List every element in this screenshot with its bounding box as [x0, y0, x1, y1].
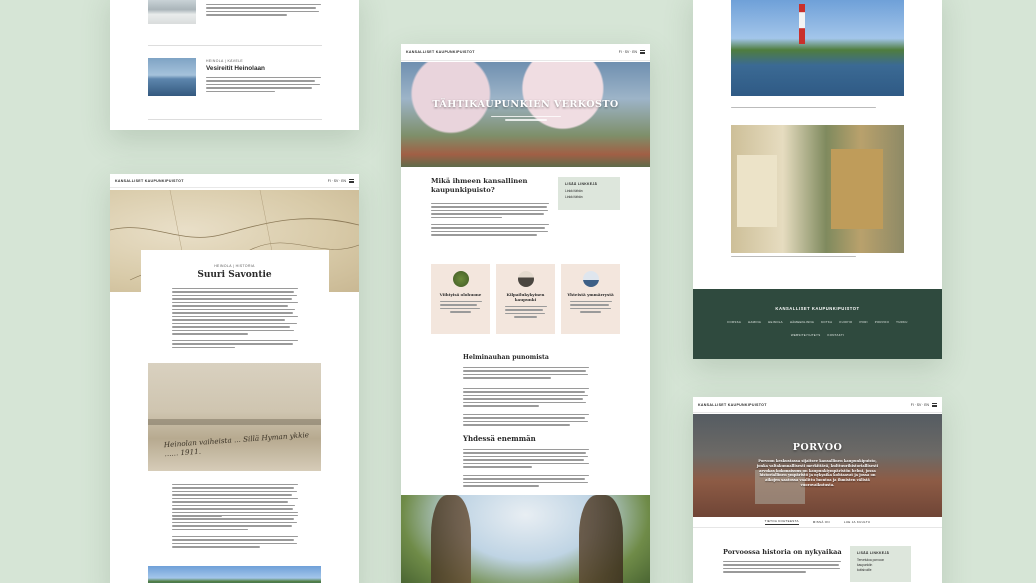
article-excerpt	[206, 4, 321, 16]
hero-image: PORVOO Porvoon keskustassa sijaitsee kan…	[693, 414, 942, 517]
hero-title: PORVOO	[792, 442, 843, 453]
intro-body	[431, 224, 549, 236]
feature-card[interactable]: Kilpailukykyinen kaupunki	[496, 264, 555, 334]
intro-title: Mikä ihmeen kansallinen kaupunkipuisto?	[431, 177, 528, 194]
footer-meta-links: WEBSITE/YHTEYS KONTAKTI	[693, 333, 942, 337]
footer-link[interactable]: HÄMEENLINNA	[790, 320, 814, 324]
section-body	[463, 475, 589, 487]
language-switcher[interactable]: FI · SV · EN	[328, 179, 346, 183]
sidebar-title: LISÄÄ LINKKEJÄ	[857, 551, 890, 555]
footer-link[interactable]: PORI	[859, 320, 867, 324]
feature-card[interactable]: Viihtyisä olohuone	[431, 264, 490, 334]
tab-read-heard[interactable]: LUE JA KUULTU	[844, 520, 871, 524]
footer-link[interactable]: FORSSA	[727, 320, 741, 324]
sidebar-links-box: LISÄÄ LINKKEJÄ Linkki tähän Linkki tähän	[558, 177, 620, 210]
article-body	[172, 515, 298, 531]
menu-icon[interactable]	[932, 402, 937, 407]
article-body	[172, 484, 298, 517]
people-cycling-photo	[401, 495, 650, 583]
wooden-houses-photo	[731, 125, 904, 253]
footer-brand[interactable]: KANSALLISET KAUPUNKIPUISTOT	[693, 306, 942, 311]
lighthouse	[799, 4, 805, 44]
sidebar-link[interactable]: Linkki tähän	[565, 195, 613, 199]
article-eyebrow: HEINOLA | KÄVELE	[206, 59, 244, 63]
site-header: KANSALLISET KAUPUNKIPUISTOT FI · SV · EN	[401, 44, 650, 61]
feature-card-title: Kilpailukykyinen kaupunki	[506, 292, 545, 302]
footer-link[interactable]: PORVOO	[875, 320, 889, 324]
photo-caption	[731, 107, 876, 109]
menu-icon[interactable]	[640, 50, 645, 54]
sidebar-link[interactable]: kotisivuille	[857, 568, 904, 572]
feature-card-title: Yhteistä ymmärrystä	[567, 292, 614, 297]
landscape-photo	[148, 566, 321, 583]
intro-body	[431, 203, 549, 219]
section-title: Yhdessä enemmän	[463, 434, 536, 443]
menu-icon[interactable]	[349, 178, 354, 183]
tab-info[interactable]: TIETOA KOHTEESTA	[764, 519, 799, 525]
article-title[interactable]: Vesireitit Heinolaan	[206, 65, 265, 72]
language-switcher[interactable]: FI · SV · EN	[619, 50, 637, 54]
card-heinola-articles: HEINOLA | KÄVELE Vesireitit Heinolaan	[110, 0, 359, 130]
article-thumbnail-lake[interactable]	[148, 58, 196, 96]
card-kaupunkipuistot-footer: KANSALLISET KAUPUNKIPUISTOT FORSSA HAMIN…	[693, 0, 942, 359]
footer-link[interactable]: WEBSITE/YHTEYS	[791, 333, 821, 337]
footer-link[interactable]: HAMINA	[748, 320, 761, 324]
hero-subtitle	[491, 116, 561, 121]
mountain-icon	[517, 271, 534, 287]
hero-image: TÄHTIKAUPUNKIEN VERKOSTO	[401, 62, 650, 167]
divider	[148, 119, 322, 120]
tree-icon	[452, 271, 469, 287]
divider	[148, 45, 322, 46]
sidebar-link[interactable]: Linkki tähän	[565, 189, 613, 193]
article-thumbnail-winter[interactable]	[148, 0, 196, 24]
article-eyebrow: HEINOLA | HISTORIA	[214, 264, 255, 268]
photo-caption	[731, 256, 856, 258]
section-body	[463, 449, 589, 468]
site-logo[interactable]: KANSALLISET KAUPUNKIPUISTOT	[406, 50, 475, 54]
section-title: Helminauhan punomista	[463, 354, 549, 361]
card-tahtikaupunkien-verkosto: KANSALLISET KAUPUNKIPUISTOT FI · SV · EN…	[401, 44, 650, 583]
sidebar-title: LISÄÄ LINKKEJÄ	[565, 182, 598, 186]
site-header: KANSALLISET KAUPUNKIPUISTOT FI · SV · EN	[693, 397, 942, 413]
section-body	[723, 561, 841, 573]
sidebar-links-box: LISÄÄ LINKKEJÄ Tervetuloa porvoon kaupun…	[850, 546, 911, 582]
sidebar-link[interactable]: Tervetuloa porvoon	[857, 558, 904, 562]
article-title: Suuri Savontie	[197, 270, 272, 280]
footer-link[interactable]: HEINOLA	[768, 320, 783, 324]
article-body	[172, 288, 298, 335]
sidebar-link[interactable]: kaupunkiin	[857, 563, 904, 567]
section-title: Porvoossa historia on nykyaikaa	[723, 548, 842, 556]
language-switcher[interactable]: FI · SV · EN	[911, 403, 929, 407]
article-body	[172, 536, 298, 548]
section-body	[463, 388, 589, 407]
card-porvoo: KANSALLISET KAUPUNKIPUISTOT FI · SV · EN…	[693, 397, 942, 583]
site-footer: KANSALLISET KAUPUNKIPUISTOT FORSSA HAMIN…	[693, 289, 942, 359]
photo-handwriting: Heinolan vaiheista ... Sillä Hyman ykkie…	[163, 430, 310, 459]
feature-card[interactable]: Yhteistä ymmärrystä	[561, 264, 620, 334]
footer-link[interactable]: KONTAKTI	[827, 333, 844, 337]
footer-link[interactable]: KUOPIO	[839, 320, 852, 324]
hero-title: TÄHTIKAUPUNKIEN VERKOSTO	[432, 99, 619, 110]
site-header: KANSALLISET KAUPUNKIPUISTOT FI · SV · EN	[110, 174, 359, 188]
feature-card-title: Viihtyisä olohuone	[439, 292, 482, 297]
article-excerpt	[206, 77, 321, 93]
footer-link[interactable]: TURKU	[896, 320, 907, 324]
site-logo[interactable]: KANSALLISET KAUPUNKIPUISTOT	[698, 403, 767, 407]
card-suuri-savontie: KANSALLISET KAUPUNKIPUISTOT FI · SV · EN…	[110, 174, 359, 583]
tab-bar: TIETOA KOHTEESTA MISSÄ ON LUE JA KUULTU	[693, 517, 942, 528]
footer-city-links: FORSSA HAMINA HEINOLA HÄMEENLINNA KOTKA …	[693, 320, 942, 324]
article-body	[172, 340, 298, 349]
section-body	[463, 367, 589, 379]
section-body	[463, 414, 589, 426]
historic-photo: Heinolan vaiheista ... Sillä Hyman ykkie…	[148, 363, 321, 471]
harbor-photo	[731, 0, 904, 96]
hero-text: Porvoon keskustassa sijaitsee kansalline…	[756, 459, 879, 487]
tab-location[interactable]: MISSÄ ON	[813, 520, 830, 524]
footer-link[interactable]: KOTKA	[821, 320, 832, 324]
site-logo[interactable]: KANSALLISET KAUPUNKIPUISTOT	[115, 179, 184, 183]
mosque-icon	[582, 271, 599, 287]
